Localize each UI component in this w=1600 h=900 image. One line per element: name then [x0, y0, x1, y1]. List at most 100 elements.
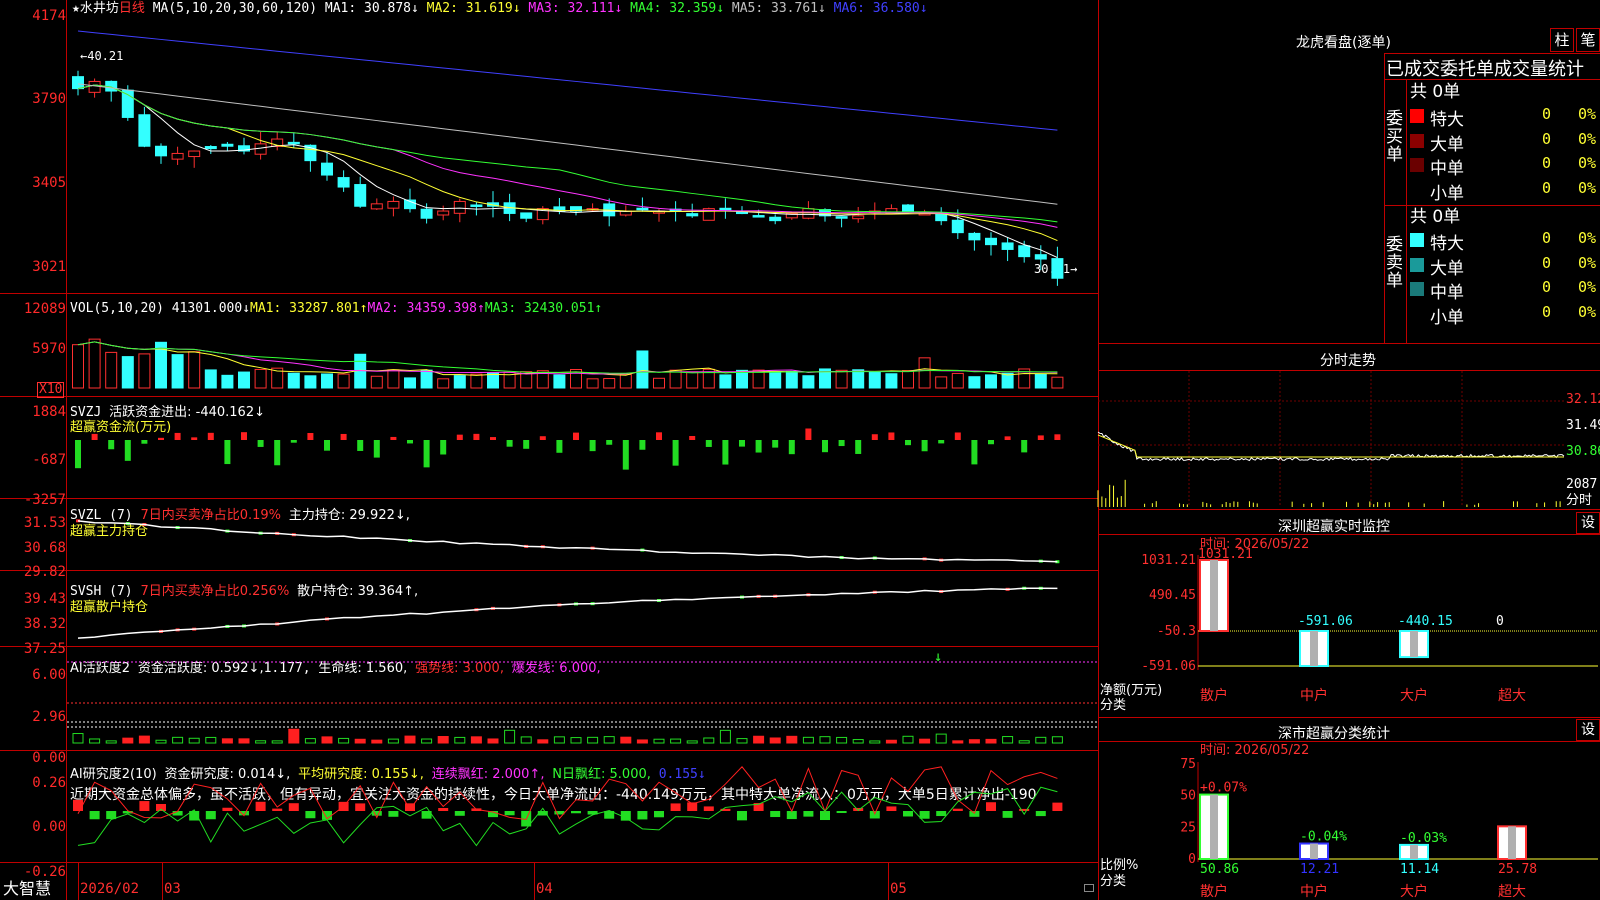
- monitor-settings-button[interactable]: 设: [1576, 512, 1600, 534]
- monitor-value-label: 0: [1496, 614, 1504, 629]
- candle-body: [370, 203, 383, 210]
- sell-color-swatch: [1410, 233, 1424, 247]
- intraday-tick: 31.49: [1566, 418, 1600, 433]
- activity-bar: [537, 739, 549, 744]
- monitor-category: 大户: [1400, 687, 1428, 704]
- divider: [1384, 205, 1600, 206]
- buy-label: 大单: [1430, 134, 1464, 155]
- lock-icon[interactable]: [1084, 884, 1094, 892]
- volume-bar: [238, 371, 250, 389]
- research-bar: [737, 811, 747, 821]
- activity-bar: [188, 737, 200, 744]
- retail-holding-chart[interactable]: [0, 571, 1098, 646]
- activity-bar: [670, 738, 682, 744]
- x-tick: [888, 863, 889, 900]
- divider: [1098, 717, 1600, 718]
- fund-flow-bar: [888, 432, 895, 440]
- fund-flow-bar: [971, 440, 978, 465]
- fund-flow-bar: [158, 437, 164, 440]
- candle-body: [520, 212, 533, 219]
- candle-body: [221, 143, 234, 147]
- class-settings-button[interactable]: 设: [1576, 719, 1600, 741]
- candle-body: [287, 141, 300, 145]
- research-bar: [670, 803, 681, 811]
- monitor-y-tick: -591.06: [1141, 659, 1196, 674]
- fund-flow-bar: [954, 432, 961, 440]
- candle-body: [636, 207, 649, 211]
- tab-tick[interactable]: 笔: [1576, 28, 1600, 52]
- sell-row: 特大 0 0%: [1406, 228, 1600, 254]
- main-force-holding-chart[interactable]: [0, 499, 1098, 570]
- fund-flow-bar: [589, 440, 596, 452]
- research-bar: [836, 811, 847, 814]
- fund-flow-bar: [490, 437, 496, 440]
- intraday-avg-line: [1097, 434, 1564, 458]
- class-category: 中户: [1300, 883, 1328, 900]
- candlestick-chart[interactable]: [0, 0, 1098, 293]
- volume-bar: [553, 374, 566, 389]
- candle-body: [1001, 242, 1014, 250]
- class-change-label: -0.03%: [1400, 831, 1447, 846]
- activity-bar: [885, 739, 897, 744]
- activity-bar: [205, 736, 217, 744]
- divider: [1098, 343, 1600, 344]
- fund-flow-bar: [905, 440, 911, 446]
- activity-bar: [221, 738, 233, 744]
- monitor-category: 超大: [1498, 688, 1526, 704]
- divider: [1384, 79, 1600, 80]
- volume-chart[interactable]: [0, 294, 1098, 396]
- volume-ma-line: [77, 341, 1058, 374]
- activity-bar: [122, 737, 134, 744]
- activity-bar: [1018, 740, 1030, 744]
- sell-label: 小单: [1430, 307, 1464, 328]
- activity-bar: [371, 739, 383, 744]
- activity-bar: [487, 738, 499, 744]
- buy-pct: 0%: [1578, 178, 1597, 197]
- activity-bar: [72, 733, 84, 744]
- activity-bar: [354, 738, 366, 744]
- volume-bar: [88, 338, 101, 389]
- buy-label: 小单: [1430, 183, 1464, 204]
- ai-research-chart[interactable]: [0, 751, 1098, 862]
- fund-flow-bar: [739, 440, 745, 447]
- fund-flow-bar: [307, 432, 314, 440]
- class-y-tick: 50: [1180, 789, 1196, 804]
- candle-body: [1018, 245, 1031, 258]
- candle-body: [1051, 258, 1064, 279]
- fund-flow-bar: [473, 433, 480, 440]
- class-bar-chart[interactable]: 75 50 25 0 +0.07% 50.86 散户 -0.04% 12.21 中户 -0.03% 1…: [1098, 742, 1600, 900]
- class-title: 深市超赢分类统计: [1278, 726, 1390, 742]
- monitor-bar-chart[interactable]: 1031.21 490.45 -50.3 -591.06 1031.21 散户 -591.0…: [1098, 535, 1600, 717]
- fund-flow-bar: [75, 440, 81, 469]
- activity-bar: [919, 738, 931, 744]
- tab-bar[interactable]: 柱: [1550, 28, 1574, 52]
- activity-bar: [736, 738, 748, 744]
- candle-body: [1034, 254, 1047, 260]
- intraday-chart[interactable]: [1097, 371, 1600, 509]
- fund-flow-chart[interactable]: [0, 397, 1098, 498]
- fund-flow-bar: [456, 434, 463, 440]
- activity-bar: [470, 736, 482, 744]
- fund-flow-bar: [506, 440, 513, 447]
- monitor-y-tick: 490.45: [1149, 588, 1196, 603]
- activity-bar: [653, 738, 665, 744]
- activity-bar: [636, 739, 648, 744]
- fund-flow-bar: [573, 432, 579, 440]
- activity-bar: [786, 735, 798, 744]
- monitor-value-label: 1031.21: [1198, 547, 1253, 562]
- arrow-down-icon: ↓: [934, 649, 942, 665]
- activity-bar: [1051, 736, 1063, 744]
- panel-divider: [0, 862, 1098, 863]
- research-bar: [438, 808, 449, 811]
- class-change-label: +0.07%: [1200, 781, 1247, 796]
- activity-bar: [902, 735, 914, 744]
- fund-flow-bar: [672, 440, 679, 466]
- divider: [1098, 509, 1600, 510]
- research-bar: [703, 806, 714, 811]
- volume-bar: [287, 372, 300, 389]
- volume-bar: [785, 370, 798, 389]
- ai-activity-chart[interactable]: ↓: [0, 647, 1098, 750]
- monitor-title: 深圳超赢实时监控: [1278, 519, 1390, 535]
- research-bar: [986, 802, 996, 811]
- fund-flow-bar: [174, 432, 181, 440]
